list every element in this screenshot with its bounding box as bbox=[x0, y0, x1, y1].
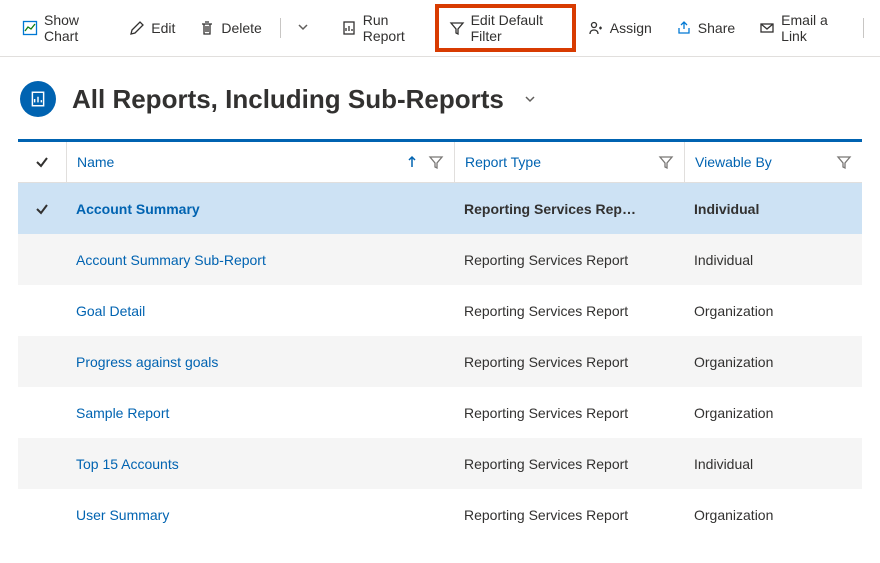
cell-viewable-by: Individual bbox=[684, 252, 862, 268]
column-header-report-type[interactable]: Report Type bbox=[454, 142, 684, 182]
run-report-button[interactable]: Run Report bbox=[329, 6, 435, 50]
column-header-name[interactable]: Name bbox=[66, 142, 454, 182]
edit-default-filter-button[interactable]: Edit Default Filter bbox=[435, 4, 576, 52]
cell-name[interactable]: Progress against goals bbox=[66, 354, 454, 370]
share-button[interactable]: Share bbox=[664, 14, 747, 42]
cell-report-type: Reporting Services Report bbox=[454, 354, 684, 370]
label: Assign bbox=[610, 20, 652, 36]
assign-button[interactable]: Assign bbox=[576, 14, 664, 42]
filter-icon[interactable] bbox=[428, 154, 444, 170]
email-link-button[interactable]: Email a Link bbox=[747, 6, 857, 50]
cell-report-type: Reporting Services Rep… bbox=[454, 201, 684, 217]
cell-viewable-by: Organization bbox=[684, 354, 862, 370]
view-selector[interactable]: All Reports, Including Sub-Reports bbox=[72, 84, 538, 115]
trash-icon bbox=[199, 20, 215, 36]
entity-badge bbox=[20, 81, 56, 117]
grid-body: Account SummaryReporting Services Rep…In… bbox=[18, 183, 862, 540]
label: Share bbox=[698, 20, 735, 36]
cell-viewable-by: Organization bbox=[684, 303, 862, 319]
cell-viewable-by: Individual bbox=[684, 456, 862, 472]
cell-viewable-by: Organization bbox=[684, 405, 862, 421]
report-icon bbox=[341, 20, 357, 36]
chevron-down-icon bbox=[522, 91, 538, 107]
label: Email a Link bbox=[781, 12, 845, 44]
table-row[interactable]: Top 15 AccountsReporting Services Report… bbox=[18, 438, 862, 489]
email-icon bbox=[759, 20, 775, 36]
label: Show Chart bbox=[44, 12, 105, 44]
reports-grid: Name Report Type Viewable By Account Sum… bbox=[18, 139, 862, 540]
table-row[interactable]: Account SummaryReporting Services Rep…In… bbox=[18, 183, 862, 234]
sort-asc-icon bbox=[404, 154, 420, 170]
cell-name[interactable]: Goal Detail bbox=[66, 303, 454, 319]
pencil-icon bbox=[129, 20, 145, 36]
label: Report Type bbox=[465, 154, 541, 170]
cell-name[interactable]: Top 15 Accounts bbox=[66, 456, 454, 472]
grid-header-row: Name Report Type Viewable By bbox=[18, 142, 862, 183]
row-selector[interactable] bbox=[18, 201, 66, 217]
filter-icon[interactable] bbox=[836, 154, 852, 170]
label: Run Report bbox=[363, 12, 423, 44]
label: Edit Default Filter bbox=[471, 12, 562, 44]
filter-icon[interactable] bbox=[658, 154, 674, 170]
cell-report-type: Reporting Services Report bbox=[454, 507, 684, 523]
label: Name bbox=[77, 154, 114, 170]
separator bbox=[863, 18, 864, 38]
cell-name[interactable]: User Summary bbox=[66, 507, 454, 523]
table-row[interactable]: Account Summary Sub-ReportReporting Serv… bbox=[18, 234, 862, 285]
table-row[interactable]: Goal DetailReporting Services ReportOrga… bbox=[18, 285, 862, 336]
label: Edit bbox=[151, 20, 175, 36]
cell-viewable-by: Organization bbox=[684, 507, 862, 523]
table-row[interactable]: Sample ReportReporting Services ReportOr… bbox=[18, 387, 862, 438]
cell-report-type: Reporting Services Report bbox=[454, 405, 684, 421]
assign-icon bbox=[588, 20, 604, 36]
show-chart-button[interactable]: Show Chart bbox=[10, 6, 117, 50]
select-all-header[interactable] bbox=[18, 142, 66, 182]
cell-report-type: Reporting Services Report bbox=[454, 456, 684, 472]
cell-name[interactable]: Account Summary Sub-Report bbox=[66, 252, 454, 268]
command-bar: Show Chart Edit Delete bbox=[0, 0, 880, 57]
cell-name[interactable]: Sample Report bbox=[66, 405, 454, 421]
column-header-viewable-by[interactable]: Viewable By bbox=[684, 142, 862, 182]
overflow-caret[interactable] bbox=[287, 15, 319, 42]
separator bbox=[280, 18, 281, 38]
label: Viewable By bbox=[695, 154, 772, 170]
share-icon bbox=[676, 20, 692, 36]
filter-edit-icon bbox=[449, 20, 465, 36]
cell-name[interactable]: Account Summary bbox=[66, 201, 454, 217]
chart-icon bbox=[22, 20, 38, 36]
label: Delete bbox=[221, 20, 261, 36]
cell-report-type: Reporting Services Report bbox=[454, 252, 684, 268]
cell-report-type: Reporting Services Report bbox=[454, 303, 684, 319]
page-header: All Reports, Including Sub-Reports bbox=[0, 57, 880, 139]
delete-button[interactable]: Delete bbox=[187, 14, 273, 42]
chevron-down-icon bbox=[295, 19, 311, 35]
cell-viewable-by: Individual bbox=[684, 201, 862, 217]
edit-button[interactable]: Edit bbox=[117, 14, 187, 42]
table-row[interactable]: User SummaryReporting Services ReportOrg… bbox=[18, 489, 862, 540]
table-row[interactable]: Progress against goalsReporting Services… bbox=[18, 336, 862, 387]
page-title-text: All Reports, Including Sub-Reports bbox=[72, 84, 504, 115]
